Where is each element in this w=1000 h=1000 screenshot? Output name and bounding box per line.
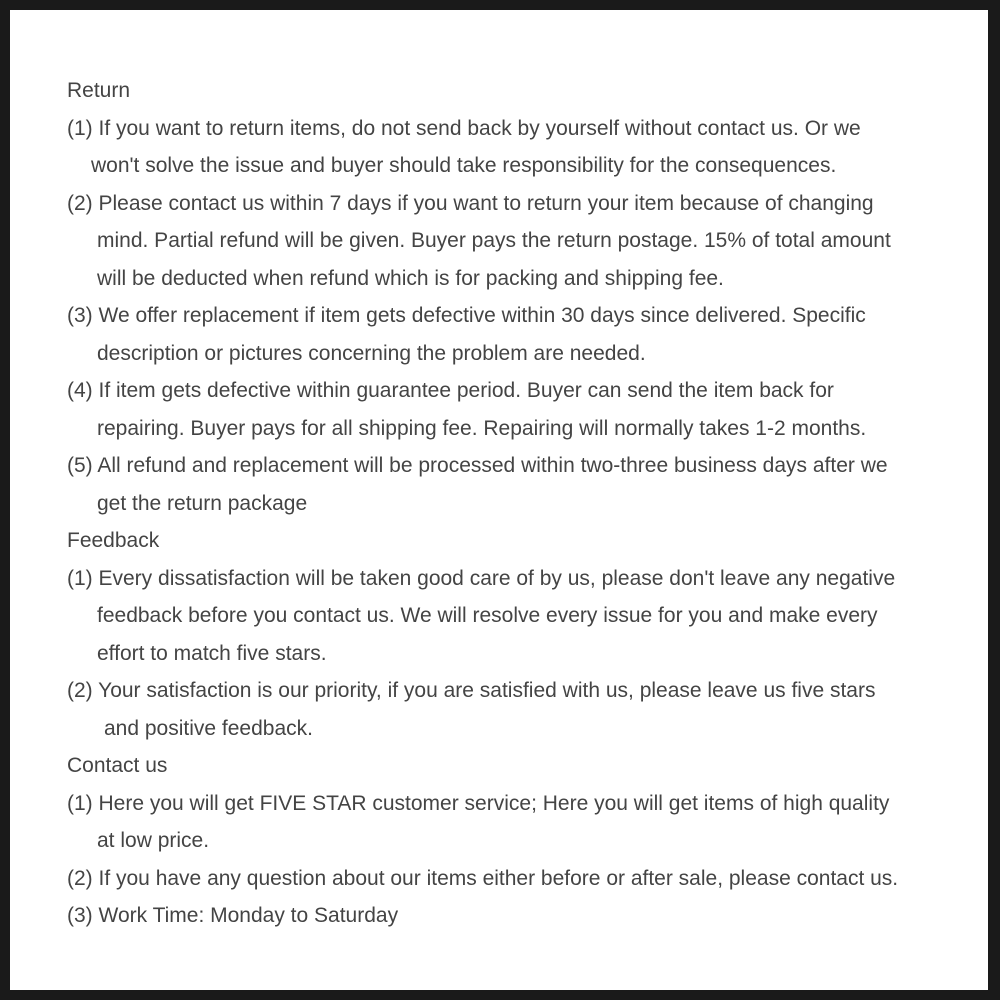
policy-line: (4) If item gets defective within guaran… [67,379,834,402]
policy-line: (3) We offer replacement if item gets de… [67,304,866,327]
section-heading: Feedback [67,529,160,552]
policy-line: will be deducted when refund which is fo… [97,266,724,290]
policy-line: effort to match five stars. [97,641,327,665]
policy-line: at low price. [97,829,210,852]
section-heading: Contact us [67,754,168,777]
policy-line: (1) If you want to return items, do not … [67,116,861,140]
policy-line: and positive feedback. [104,716,313,740]
policy-document: Return (1) If you want to return items, d… [10,10,988,990]
policy-line: feedback before you contact us. We will … [97,604,878,627]
policy-line: mind. Partial refund will be given. Buye… [97,229,891,252]
policy-line: repairing. Buyer pays for all shipping f… [97,416,867,440]
policy-line: (1) Every dissatisfaction will be taken … [67,566,896,590]
policy-line: won't solve the issue and buyer should t… [91,154,837,177]
section-heading: Return [67,79,131,102]
policy-line: (2) If you have any question about our i… [67,866,899,890]
policy-line: (5) All refund and replacement will be p… [67,454,888,477]
policy-line: get the return package [97,491,308,515]
policy-line: (2) Please contact us within 7 days if y… [67,191,874,215]
policy-line: (2) Your satisfaction is our priority, i… [67,679,876,702]
policy-line: (3) Work Time: Monday to Saturday [67,904,399,927]
policy-line: description or pictures concerning the p… [97,341,646,365]
policy-line: (1) Here you will get FIVE STAR customer… [67,791,890,815]
